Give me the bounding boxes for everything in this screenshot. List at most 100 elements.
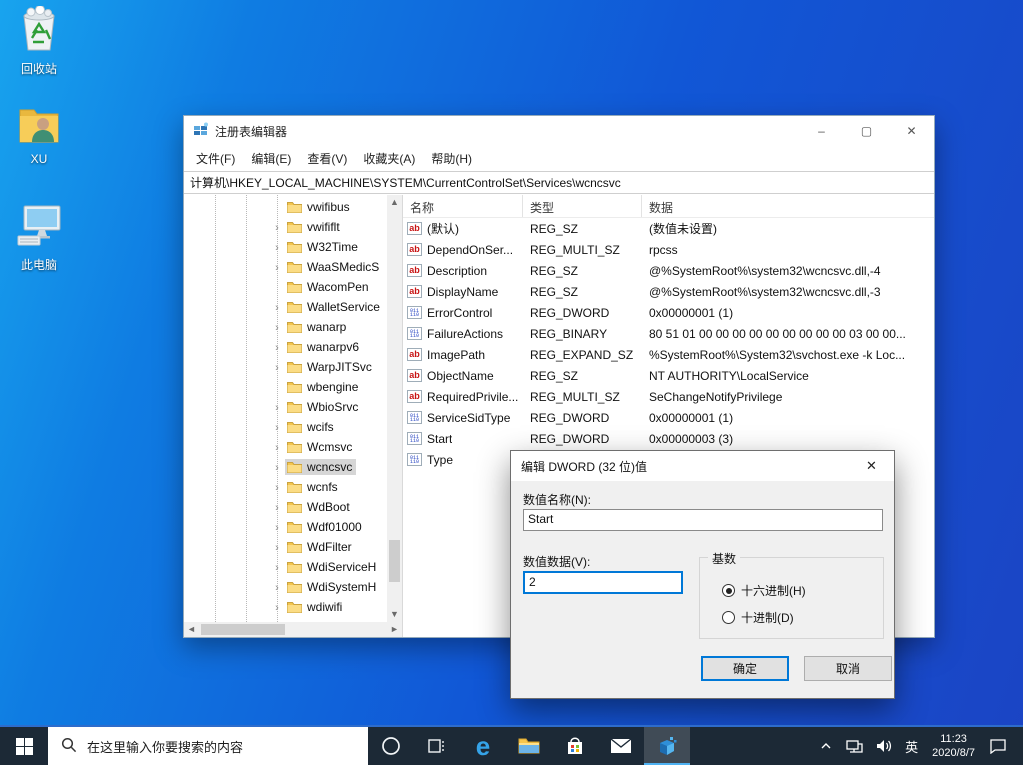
tree-item-wcifs[interactable]: ›wcifs [184, 418, 387, 438]
scroll-thumb[interactable] [201, 624, 285, 635]
expand-chevron-icon[interactable]: › [270, 320, 284, 336]
tree-item-wbengine[interactable]: wbengine [184, 378, 387, 398]
tree-vertical-scrollbar[interactable]: ▲ ▼ [387, 195, 402, 622]
value-row-dependonser-[interactable]: abDependOnSer...REG_MULTI_SZrpcss [403, 239, 934, 260]
expand-chevron-icon[interactable]: › [270, 260, 284, 276]
cortana-button[interactable] [368, 727, 414, 765]
file-explorer-button[interactable] [506, 727, 552, 765]
expand-chevron-icon[interactable]: › [270, 500, 284, 516]
tree-item-wcnfs[interactable]: ›wcnfs [184, 478, 387, 498]
value-row-start[interactable]: 011 110StartREG_DWORD0x00000003 (3) [403, 428, 934, 449]
tree-item-wdisystemh[interactable]: ›WdiSystemH [184, 578, 387, 598]
tree-item-w32time[interactable]: ›W32Time [184, 238, 387, 258]
minimize-button[interactable]: – [799, 116, 844, 146]
expand-chevron-icon[interactable]: › [270, 460, 284, 476]
radio-hexadecimal[interactable]: 十六进制(H) [722, 582, 806, 599]
action-center-icon[interactable] [983, 726, 1013, 765]
menubar-item[interactable]: 编辑(E) [243, 147, 299, 170]
edge-button[interactable]: e [460, 727, 506, 765]
scroll-left-arrow[interactable]: ◄ [184, 622, 199, 637]
address-bar[interactable]: 计算机\HKEY_LOCAL_MACHINE\SYSTEM\CurrentCon… [184, 171, 934, 194]
expand-chevron-icon[interactable]: › [270, 340, 284, 356]
tree-item-walletservice[interactable]: ›WalletService [184, 298, 387, 318]
column-header-data[interactable]: 数据 [642, 195, 934, 217]
desktop-icon-this-pc[interactable]: 此电脑 [2, 200, 76, 273]
desktop-icon-recycle-bin[interactable]: 回收站 [2, 6, 76, 77]
expand-chevron-icon[interactable]: › [270, 560, 284, 576]
tree-item-waasmedics[interactable]: ›WaaSMedicS [184, 258, 387, 278]
tree-horizontal-scrollbar[interactable]: ◄ ► [184, 622, 402, 637]
value-row-displayname[interactable]: abDisplayNameREG_SZ@%SystemRoot%\system3… [403, 281, 934, 302]
tree-item-wanarpv6[interactable]: ›wanarpv6 [184, 338, 387, 358]
tree-item-wcmsvc[interactable]: ›Wcmsvc [184, 438, 387, 458]
tree-item-wcncsvc[interactable]: ›wcncsvc [184, 458, 387, 478]
column-header-name[interactable]: 名称 [403, 195, 523, 217]
tree-item-vwifibus[interactable]: vwifibus [184, 198, 387, 218]
menubar-item[interactable]: 查看(V) [299, 147, 355, 170]
tray-ime-indicator[interactable]: 英 [899, 726, 924, 765]
value-row-requiredprivile-[interactable]: abRequiredPrivile...REG_MULTI_SZSeChange… [403, 386, 934, 407]
value-row-servicesidtype[interactable]: 011 110ServiceSidTypeREG_DWORD0x00000001… [403, 407, 934, 428]
tray-volume-icon[interactable] [869, 726, 899, 765]
cancel-button[interactable]: 取消 [804, 656, 892, 681]
tree-item-wdiserviceh[interactable]: ›WdiServiceH [184, 558, 387, 578]
expand-chevron-icon[interactable]: › [270, 400, 284, 416]
folder-icon [287, 201, 302, 213]
expand-chevron-icon[interactable]: › [270, 360, 284, 376]
dialog-close-icon[interactable]: ✕ [849, 451, 894, 481]
value-row-description[interactable]: abDescriptionREG_SZ@%SystemRoot%\system3… [403, 260, 934, 281]
scroll-down-arrow[interactable]: ▼ [387, 607, 402, 622]
dialog-titlebar[interactable]: 编辑 DWORD (32 位)值 ✕ [511, 451, 894, 481]
tree-item-wbiosrvc[interactable]: ›WbioSrvc [184, 398, 387, 418]
value-name: DependOnSer... [427, 243, 513, 257]
radio-decimal[interactable]: 十进制(D) [722, 609, 794, 626]
tree-item-wdf01000[interactable]: ›Wdf01000 [184, 518, 387, 538]
value-row-failureactions[interactable]: 011 110FailureActionsREG_BINARY80 51 01 … [403, 323, 934, 344]
expand-chevron-icon[interactable]: › [270, 480, 284, 496]
expand-chevron-icon[interactable]: › [270, 520, 284, 536]
expand-chevron-icon[interactable]: › [270, 600, 284, 616]
store-button[interactable] [552, 727, 598, 765]
scroll-right-arrow[interactable]: ► [387, 622, 402, 637]
expand-chevron-icon[interactable]: › [270, 220, 284, 236]
column-header-type[interactable]: 类型 [523, 195, 642, 217]
menubar-item[interactable]: 文件(F) [188, 147, 243, 170]
expand-chevron-icon[interactable]: › [270, 540, 284, 556]
expand-chevron-icon[interactable]: › [270, 580, 284, 596]
string-icon: ab [407, 222, 422, 235]
value-data-input[interactable]: 2 [523, 571, 683, 594]
expand-chevron-icon[interactable]: › [270, 420, 284, 436]
expand-chevron-icon[interactable]: › [270, 300, 284, 316]
tray-clock[interactable]: 11:23 2020/8/7 [924, 732, 983, 760]
task-view-button[interactable] [414, 727, 460, 765]
mail-button[interactable] [598, 727, 644, 765]
tree-item-wdiwifi[interactable]: ›wdiwifi [184, 598, 387, 618]
maximize-button[interactable]: ▢ [844, 116, 889, 146]
ok-button[interactable]: 确定 [701, 656, 789, 681]
tree-item-warpjitsvc[interactable]: ›WarpJITSvc [184, 358, 387, 378]
tray-chevron-up-icon[interactable] [813, 726, 839, 765]
desktop-icon-user-folder[interactable]: XU [2, 102, 76, 166]
tree-item-wdfilter[interactable]: ›WdFilter [184, 538, 387, 558]
tree-item-wacompen[interactable]: WacomPen [184, 278, 387, 298]
value-row-objectname[interactable]: abObjectNameREG_SZNT AUTHORITY\LocalServ… [403, 365, 934, 386]
value-row-imagepath[interactable]: abImagePathREG_EXPAND_SZ%SystemRoot%\Sys… [403, 344, 934, 365]
close-button[interactable]: ✕ [889, 116, 934, 146]
tree-item-vwififlt[interactable]: ›vwififlt [184, 218, 387, 238]
start-button[interactable] [0, 727, 48, 765]
value-row-errorcontrol[interactable]: 011 110ErrorControlREG_DWORD0x00000001 (… [403, 302, 934, 323]
value-row-(-[interactable]: ab(默认)REG_SZ(数值未设置) [403, 218, 934, 239]
menubar-item[interactable]: 收藏夹(A) [355, 147, 423, 170]
scroll-thumb[interactable] [389, 540, 400, 582]
tray-network-icon[interactable] [839, 726, 869, 765]
desktop-icon-label: XU [2, 152, 76, 166]
scroll-up-arrow[interactable]: ▲ [387, 195, 402, 210]
taskbar-search-input[interactable]: 在这里输入你要搜索的内容 [48, 727, 368, 765]
expand-chevron-icon[interactable]: › [270, 240, 284, 256]
tree-item-wdboot[interactable]: ›WdBoot [184, 498, 387, 518]
expand-chevron-icon[interactable]: › [270, 440, 284, 456]
menubar-item[interactable]: 帮助(H) [423, 147, 480, 170]
regedit-titlebar[interactable]: 注册表编辑器 – ▢ ✕ [184, 116, 934, 146]
regedit-taskbar-button[interactable] [644, 727, 690, 765]
tree-item-wanarp[interactable]: ›wanarp [184, 318, 387, 338]
